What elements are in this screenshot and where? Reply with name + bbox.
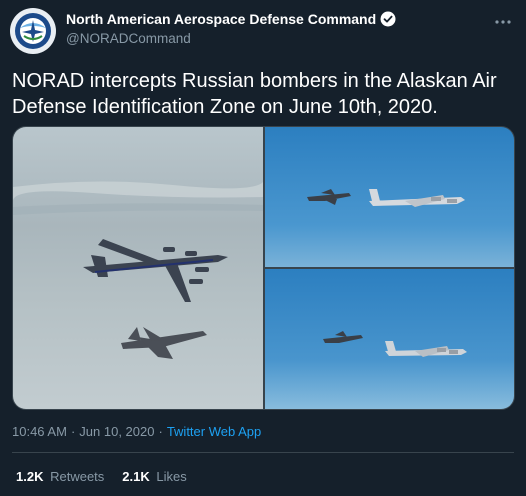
tweet-time[interactable]: 10:46 AM [12, 424, 67, 439]
likes-stat[interactable]: 2.1K Likes [122, 469, 186, 484]
author-name-row[interactable]: North American Aerospace Defense Command [66, 11, 396, 27]
meta-separator: · [70, 424, 76, 439]
verified-badge-icon [380, 11, 396, 27]
tweet-text: NORAD intercepts Russian bombers in the … [12, 70, 497, 118]
tweet-timestamp: 10:46 AM · Jun 10, 2020 · Twitter Web Ap… [12, 424, 261, 439]
retweets-count: 1.2K [16, 469, 44, 484]
photo-bomber-escort[interactable] [13, 127, 263, 409]
tweet-header: North American Aerospace Defense Command… [66, 11, 396, 46]
avatar[interactable] [10, 8, 56, 54]
divider [12, 452, 514, 453]
photo-fighter-bomber-top[interactable] [265, 127, 514, 267]
author-handle[interactable]: @NORADCommand [66, 31, 396, 46]
photo-bomber-escort-image [13, 127, 263, 409]
more-options-icon[interactable] [494, 12, 512, 28]
meta-separator: · [158, 424, 163, 439]
photo-fighter-bomber-top-image [265, 127, 514, 267]
photo-fighter-bomber-bottom[interactable] [265, 269, 514, 409]
retweets-stat[interactable]: 1.2K Retweets [16, 469, 104, 484]
more-dots [495, 20, 511, 24]
retweets-label: Retweets [50, 469, 105, 484]
media-grid [12, 126, 515, 410]
tweet-stats: 1.2K Retweets 2.1K Likes [16, 469, 187, 484]
photo-fighter-bomber-bottom-image [265, 269, 514, 409]
norad-seal-icon [11, 9, 55, 53]
likes-label: Likes [156, 469, 187, 484]
likes-count: 2.1K [122, 469, 150, 484]
tweet-date[interactable]: Jun 10, 2020 [79, 424, 154, 439]
tweet-source-link[interactable]: Twitter Web App [167, 424, 261, 439]
author-display-name[interactable]: North American Aerospace Defense Command [66, 11, 376, 27]
